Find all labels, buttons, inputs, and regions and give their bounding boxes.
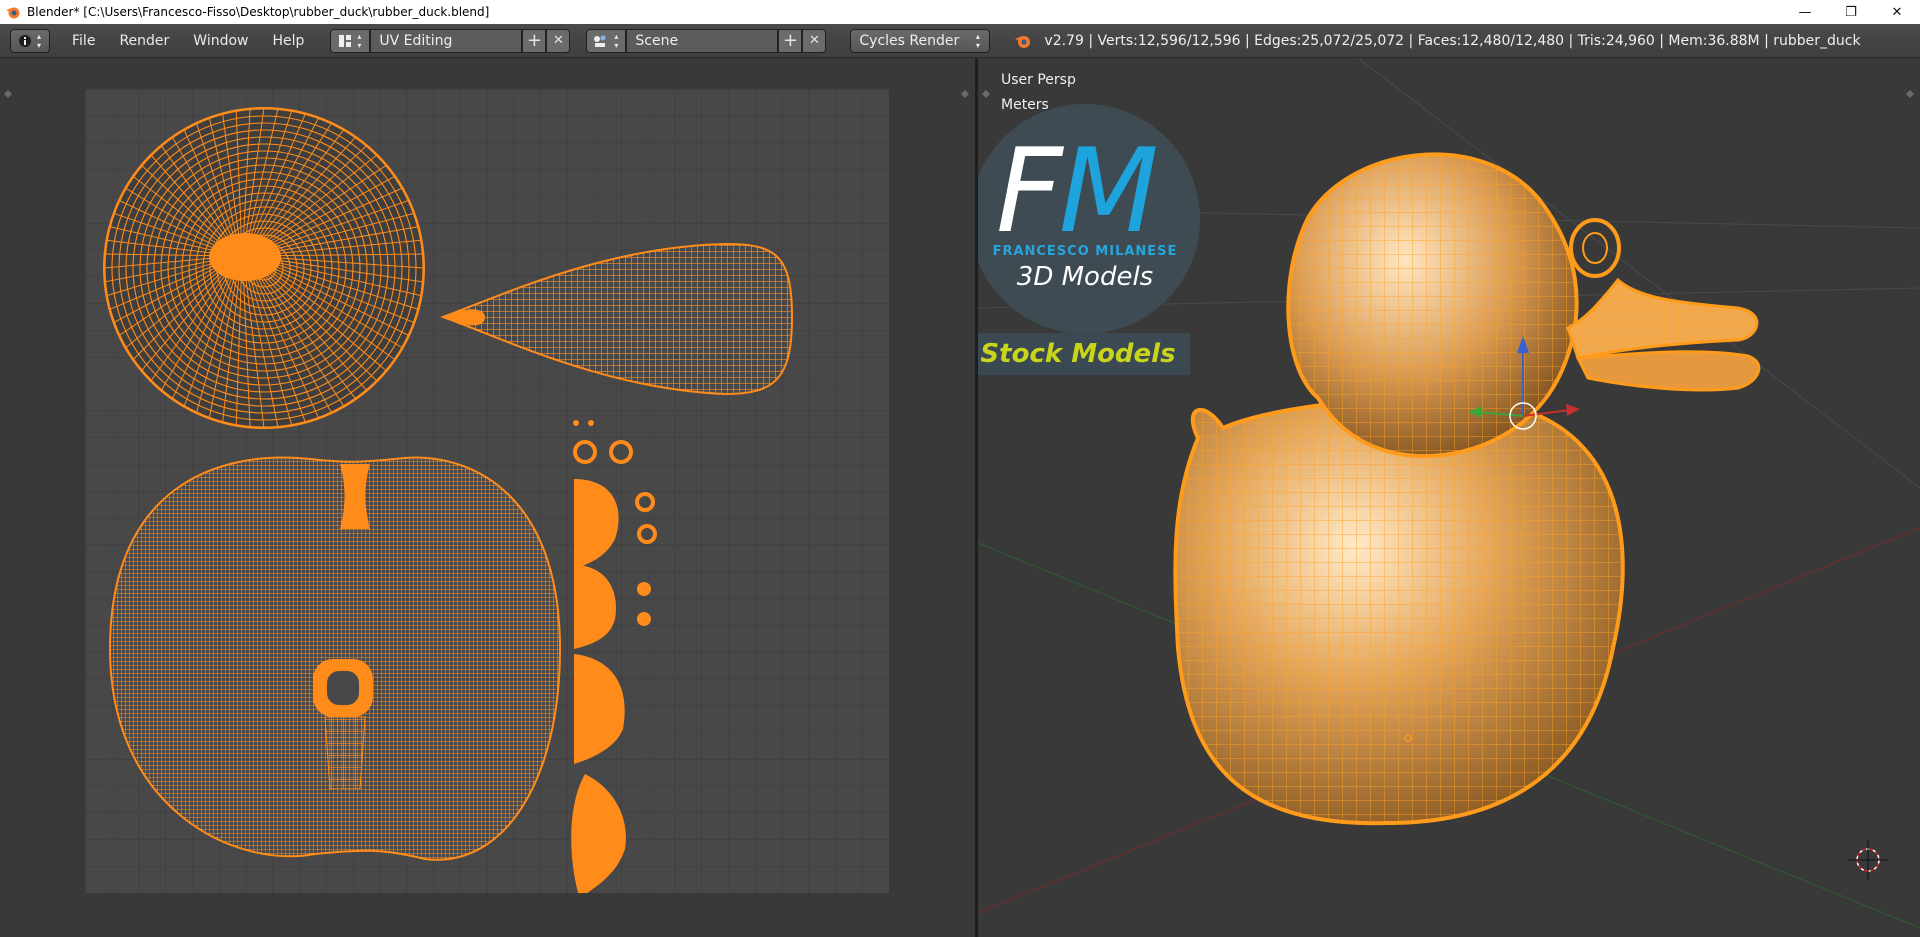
duck-body	[1173, 396, 1625, 826]
uv-island-bottom-disc	[103, 107, 425, 429]
editor-type-selector[interactable]: ▴▾	[10, 28, 50, 53]
x-icon: ✕	[552, 33, 564, 48]
info-icon	[18, 34, 31, 47]
x-icon: ✕	[808, 33, 820, 48]
uv-layout-canvas[interactable]	[85, 89, 889, 893]
info-header: ▴▾ File Render Window Help ▴▾ UV Editing…	[0, 24, 1920, 58]
3d-cursor-icon[interactable]	[1848, 840, 1888, 880]
blender-logo-icon	[1015, 35, 1031, 48]
area-split-corner-icon[interactable]	[980, 88, 992, 100]
window-titlebar: Blender* [C:\Users\Francesco-Fisso\Deskt…	[0, 0, 1920, 24]
plus-icon: +	[782, 30, 798, 51]
layout-icon	[338, 34, 351, 47]
duck-eye	[1569, 218, 1621, 278]
minimize-button[interactable]: —	[1782, 0, 1828, 24]
screen-layout-browse-button[interactable]: ▴▾	[330, 28, 371, 53]
view-perspective-label: User Persp	[1001, 72, 1076, 88]
uv-island-body	[108, 456, 562, 861]
dropdown-arrows-icon: ▴▾	[354, 31, 364, 50]
dropdown-arrows-icon: ▴▾	[973, 31, 983, 50]
menu-help[interactable]: Help	[260, 29, 316, 53]
scene-icon	[593, 35, 606, 47]
watermark-subtitle: 3D Models	[1016, 262, 1154, 292]
render-engine-dropdown[interactable]: Cycles Render ▴▾	[850, 28, 991, 53]
duck-eye	[1582, 232, 1608, 264]
screen-layout-name-field[interactable]: UV Editing	[370, 28, 523, 53]
maximize-button[interactable]: ❐	[1828, 0, 1874, 24]
dropdown-arrows-icon: ▴▾	[34, 31, 44, 50]
scene-browse-button[interactable]: ▴▾	[586, 28, 627, 53]
menu-window[interactable]: Window	[181, 29, 260, 53]
menu-file[interactable]: File	[60, 29, 107, 53]
fm-monogram: FM	[996, 124, 1159, 259]
area-split-corner-icon[interactable]	[2, 88, 14, 100]
duck-beak	[1566, 277, 1761, 392]
3d-viewport[interactable]: User Persp Meters FM FRANCESCO MILANESE …	[978, 58, 1920, 937]
blender-logo-icon	[6, 7, 20, 19]
scene-name-field[interactable]: Scene	[626, 28, 779, 53]
dropdown-arrows-icon: ▴▾	[611, 31, 621, 50]
stock-models-banner: Stock Models	[978, 333, 1190, 375]
add-screen-button[interactable]: +	[522, 28, 547, 53]
window-title: Blender* [C:\Users\Francesco-Fisso\Deskt…	[27, 5, 490, 19]
area-split-corner-icon[interactable]	[1904, 88, 1916, 100]
remove-scene-button[interactable]: ✕	[802, 28, 827, 53]
add-scene-button[interactable]: +	[778, 28, 803, 53]
area-split-corner-icon[interactable]	[959, 88, 971, 100]
close-window-button[interactable]: ✕	[1874, 0, 1920, 24]
uv-image-editor[interactable]	[0, 58, 975, 937]
menu-render[interactable]: Render	[107, 29, 181, 53]
render-engine-label: Cycles Render	[859, 32, 960, 49]
plus-icon: +	[526, 30, 542, 51]
fm-watermark-logo: FM FRANCESCO MILANESE 3D Models	[978, 104, 1200, 334]
watermark-author: FRANCESCO MILANESE	[992, 244, 1178, 259]
remove-screen-button[interactable]: ✕	[546, 28, 571, 53]
scene-statistics: v2.79 | Verts:12,596/12,596 | Edges:25,0…	[1044, 32, 1861, 49]
